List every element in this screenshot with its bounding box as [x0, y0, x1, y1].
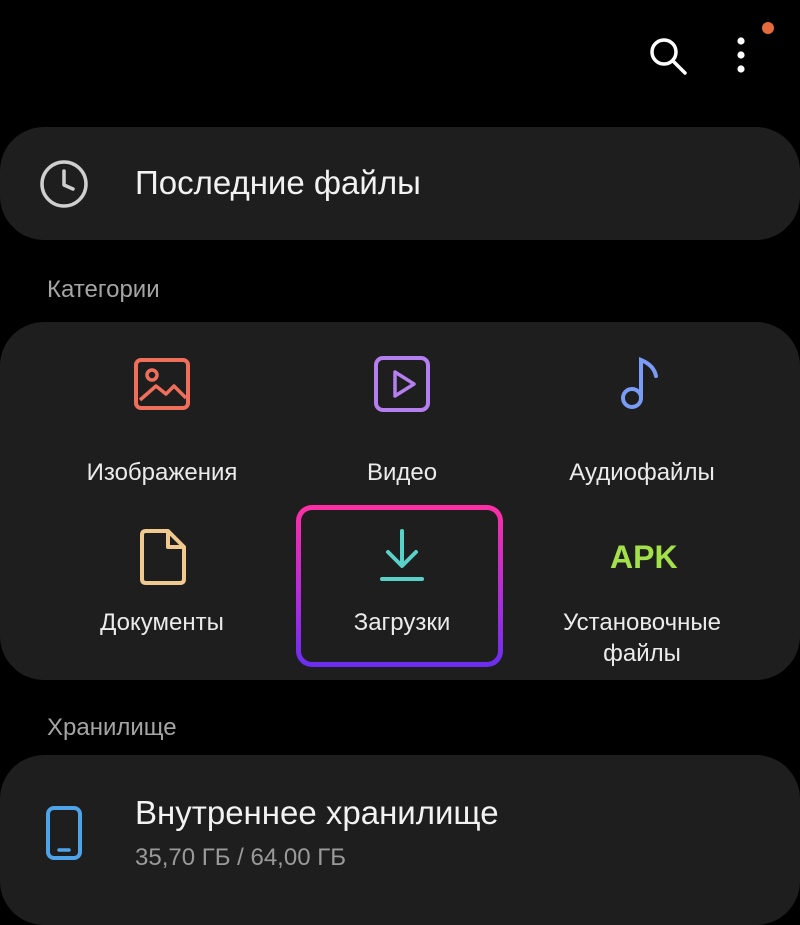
category-downloads[interactable]: Загрузки: [292, 517, 512, 667]
video-icon: [370, 352, 434, 416]
music-note-icon: [610, 352, 674, 416]
recent-files-label: Последние файлы: [135, 164, 421, 201]
storage-heading: Хранилище: [47, 714, 177, 741]
document-icon: [130, 525, 194, 589]
category-label: Установочные файлы: [563, 609, 721, 667]
category-label: Загрузки: [353, 609, 451, 636]
category-apk[interactable]: APK Установочные файлы: [532, 517, 752, 667]
category-audio[interactable]: Аудиофайлы: [532, 344, 752, 486]
category-images[interactable]: Изображения: [52, 344, 272, 486]
internal-storage-label: Внутреннее хранилище: [135, 794, 499, 831]
category-label: Аудиофайлы: [569, 459, 715, 486]
category-documents[interactable]: Документы: [52, 517, 272, 667]
category-label: Документы: [100, 609, 224, 636]
image-icon: [130, 352, 194, 416]
top-app-bar: [0, 0, 800, 110]
category-video[interactable]: Видео: [292, 344, 512, 486]
search-icon[interactable]: [640, 28, 696, 84]
phone-icon: [44, 805, 84, 861]
categories-heading: Категории: [47, 276, 160, 303]
category-label: Видео: [366, 459, 438, 486]
notification-dot: [762, 22, 774, 34]
download-icon: [370, 525, 434, 589]
apk-icon: APK: [610, 539, 678, 575]
category-label: Изображения: [86, 459, 238, 486]
clock-icon: [37, 157, 91, 211]
more-vert-icon[interactable]: [718, 24, 764, 86]
internal-storage-card[interactable]: Внутреннее хранилище 35,70 ГБ / 64,00 ГБ: [0, 755, 800, 925]
storage-usage-text: 35,70 ГБ / 64,00 ГБ: [135, 844, 346, 871]
recent-files-card[interactable]: Последние файлы: [0, 127, 800, 240]
